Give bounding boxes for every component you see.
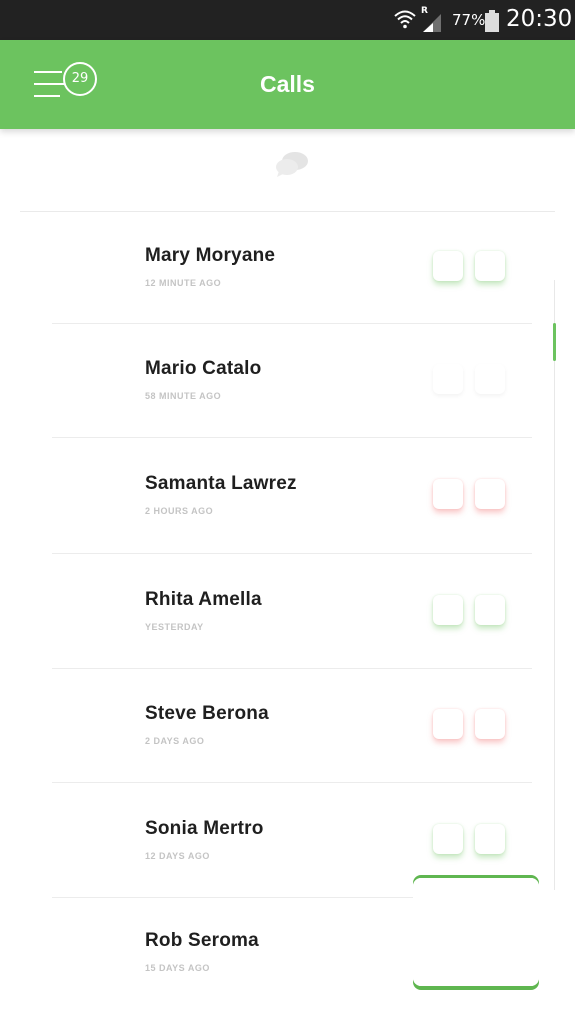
chat-bubbles-icon[interactable] — [275, 151, 311, 179]
call-time: 58 MINUTE AGO — [145, 391, 222, 401]
call-time: 2 DAYS AGO — [145, 736, 205, 746]
call-time: 12 DAYS AGO — [145, 850, 210, 861]
app-header: 29 Calls — [0, 40, 575, 129]
battery-icon — [485, 10, 499, 32]
scrollbar-track[interactable] — [554, 280, 555, 890]
call-time: YESTERDAY — [145, 621, 204, 632]
notification-badge: 29 — [63, 62, 97, 96]
call-button[interactable] — [433, 823, 463, 854]
menu-button[interactable]: 29 — [30, 62, 102, 108]
status-bar: R 77% 20:30 — [0, 0, 575, 40]
call-button[interactable] — [433, 709, 463, 739]
contact-name: Mario Catalo — [145, 358, 262, 379]
call-time: 2 HOURS AGO — [145, 506, 214, 516]
contact-name: Sonia Mertro — [145, 817, 264, 839]
contact-name: Rob Seroma — [145, 930, 259, 951]
avatar[interactable] — [30, 676, 130, 776]
call-list-item[interactable]: Samanta Lawrez 2 HOURS AGO — [0, 438, 575, 554]
message-button[interactable] — [475, 823, 505, 854]
new-call-button[interactable] — [413, 878, 539, 986]
call-button[interactable] — [433, 364, 463, 394]
call-time: 15 DAYS AGO — [145, 963, 210, 973]
avatar[interactable] — [30, 446, 130, 546]
contact-name: Samanta Lawrez — [145, 473, 297, 494]
call-button[interactable] — [433, 594, 463, 625]
contact-name: Steve Berona — [145, 703, 269, 724]
avatar[interactable] — [30, 903, 130, 1003]
avatar[interactable] — [30, 790, 130, 891]
avatar[interactable] — [30, 561, 130, 662]
message-button[interactable] — [475, 479, 505, 509]
call-list-item[interactable]: Mario Catalo 58 MINUTE AGO — [0, 324, 575, 438]
call-list-item[interactable]: Steve Berona 2 DAYS AGO — [0, 669, 575, 783]
call-button[interactable] — [433, 479, 463, 509]
call-list-item[interactable]: Rhita Amella YESTERDAY — [0, 554, 575, 669]
message-button[interactable] — [475, 251, 505, 281]
wifi-icon — [394, 10, 416, 29]
contact-name: Rhita Amella — [145, 588, 262, 610]
avatar[interactable] — [30, 218, 130, 318]
call-list-item[interactable]: Mary Moryane 12 MINUTE AGO — [0, 212, 575, 324]
message-button[interactable] — [475, 709, 505, 739]
avatar[interactable] — [30, 331, 130, 431]
message-button[interactable] — [475, 364, 505, 394]
battery-percent: 77% — [452, 11, 486, 29]
scrollbar-thumb[interactable] — [553, 323, 556, 361]
clock: 20:30 — [506, 6, 573, 32]
call-button[interactable] — [433, 251, 463, 281]
contact-name: Mary Moryane — [145, 245, 276, 266]
signal-icon — [423, 14, 441, 32]
message-button[interactable] — [475, 594, 505, 625]
call-time: 12 MINUTE AGO — [145, 278, 222, 288]
